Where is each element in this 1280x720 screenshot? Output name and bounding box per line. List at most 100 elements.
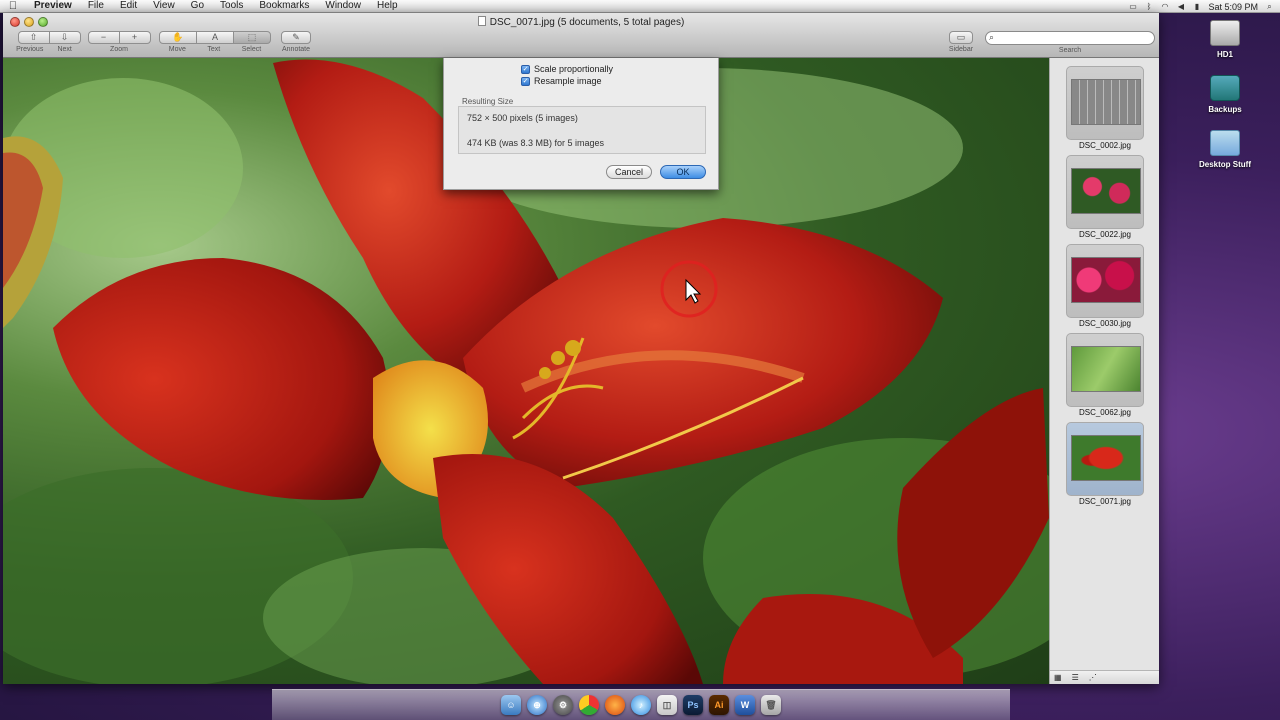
move-tool-button[interactable]: ✋ — [159, 31, 197, 44]
next-button[interactable]: ⇩ — [48, 31, 81, 44]
search-label: Search — [1058, 47, 1082, 54]
scale-proportionally-checkbox[interactable]: ✓ — [521, 64, 530, 74]
annotate-group: ✎ Annotate — [279, 31, 313, 59]
prev-next-group: ⇧ ⇩ Previous Next — [9, 31, 89, 59]
ok-button[interactable]: OK — [660, 165, 706, 179]
trash-icon[interactable]: 🗑 — [761, 695, 781, 715]
menu-bookmarks[interactable]: Bookmarks — [251, 0, 317, 12]
scale-proportionally-row[interactable]: ✓ Scale proportionally — [521, 64, 613, 74]
previous-label: Previous — [16, 46, 44, 53]
dock: ☺ ⊕ ⚙ ♪ ◫ Ps Ai W 🗑 — [272, 689, 1010, 720]
apple-menu-icon[interactable]:  — [0, 0, 26, 12]
resulting-size-box: 752 × 500 pixels (5 images) 474 KB (was … — [458, 106, 706, 154]
system-prefs-icon[interactable]: ⚙ — [553, 695, 573, 715]
firefox-icon[interactable] — [605, 695, 625, 715]
preview-icon[interactable]: ◫ — [657, 695, 677, 715]
finder-icon[interactable]: ☺ — [501, 695, 521, 715]
battery-icon[interactable]: ▮ — [1192, 2, 1201, 11]
volume-icon[interactable]: ◀ — [1176, 2, 1185, 11]
bluetooth-icon[interactable]: ᛒ — [1144, 2, 1153, 11]
menu-preview[interactable]: Preview — [26, 0, 80, 12]
zoom-group: − + Zoom — [87, 31, 151, 59]
thumbnail-item[interactable]: DSC_0071.jpg — [1066, 422, 1144, 506]
select-tool-button[interactable]: ⬚ — [233, 31, 271, 44]
select-label: Select — [241, 46, 262, 53]
desktop-item-label: HD1 — [1216, 50, 1233, 59]
menu-bar:  Preview File Edit View Go Tools Bookma… — [0, 0, 1280, 13]
window-titlebar[interactable]: DSC_0071.jpg (5 documents, 5 total pages… — [3, 13, 1159, 58]
scale-proportionally-label: Scale proportionally — [534, 64, 614, 74]
window-title: DSC_0071.jpg (5 documents, 5 total pages… — [3, 16, 1159, 28]
menu-file[interactable]: File — [80, 0, 112, 12]
menu-clock[interactable]: Sat 5:09 PM — [1208, 2, 1258, 12]
document-proxy-icon[interactable] — [477, 16, 486, 26]
thumbnail-name: DSC_0022.jpg — [1078, 230, 1132, 239]
red-lily-thumbnail — [1071, 435, 1141, 481]
search-icon: ⌕ — [989, 32, 995, 42]
spotlight-icon[interactable]: ⌕ — [1265, 2, 1274, 11]
thumbnail-view-icon[interactable]: ▦ — [1054, 673, 1062, 682]
menu-extras: ▭ ᛒ ◠ ◀ ▮ Sat 5:09 PM ⌕ — [1128, 0, 1274, 13]
itunes-icon[interactable]: ♪ — [631, 695, 651, 715]
illustrator-icon[interactable]: Ai — [709, 695, 729, 715]
menu-edit[interactable]: Edit — [112, 0, 145, 12]
thumbnail-name: DSC_0030.jpg — [1078, 319, 1132, 328]
resample-image-row[interactable]: ✓ Resample image — [521, 76, 602, 86]
folder-icon — [1210, 130, 1240, 156]
menu-window[interactable]: Window — [317, 0, 369, 12]
desktop-item-desktop-stuff[interactable]: Desktop Stuff — [1190, 130, 1260, 169]
hard-drive-icon — [1210, 20, 1240, 46]
thumbnail-item[interactable]: DSC_0002.jpg — [1066, 66, 1144, 150]
safari-icon[interactable]: ⊕ — [527, 695, 547, 715]
screen-icon[interactable]: ▭ — [1128, 2, 1137, 11]
thumbnail-item[interactable]: DSC_0030.jpg — [1066, 244, 1144, 328]
sidebar-view-controls: ▦ ☰ ⋰ — [1050, 670, 1159, 684]
sidebar-toggle-button[interactable]: ▭ — [949, 31, 973, 44]
keyboard-thumbnail — [1071, 79, 1141, 125]
zoom-label: Zoom — [110, 46, 128, 53]
thumbnail-item[interactable]: DSC_0022.jpg — [1066, 155, 1144, 239]
sidebar-group: ▭ Sidebar — [947, 31, 975, 59]
resulting-size-label: Resulting Size — [462, 97, 514, 106]
text-tool-button[interactable]: A — [196, 31, 234, 44]
desktop-item-hd1[interactable]: HD1 — [1190, 20, 1260, 59]
annotate-button[interactable]: ✎ — [281, 31, 311, 44]
photoshop-icon[interactable]: Ps — [683, 695, 703, 715]
time-machine-icon — [1210, 75, 1240, 101]
resize-handle-icon[interactable]: ⋰ — [1089, 673, 1097, 682]
menu-help[interactable]: Help — [369, 0, 406, 12]
menu-view[interactable]: View — [145, 0, 183, 12]
pink-flowers-thumbnail — [1071, 168, 1141, 214]
cancel-button[interactable]: Cancel — [606, 165, 652, 179]
thumbnail-name: DSC_0071.jpg — [1078, 497, 1132, 506]
zoom-in-button[interactable]: + — [118, 31, 151, 44]
thumbnail-sidebar[interactable]: DSC_0002.jpg DSC_0022.jpg DSC_0030.jpg D… — [1049, 58, 1159, 684]
word-icon[interactable]: W — [735, 695, 755, 715]
chrome-icon[interactable] — [579, 695, 599, 715]
desktop-item-label: Backups — [1208, 105, 1242, 114]
wifi-icon[interactable]: ◠ — [1160, 2, 1169, 11]
sidebar-label: Sidebar — [948, 46, 974, 53]
search-input[interactable] — [985, 31, 1155, 45]
previous-button[interactable]: ⇧ — [17, 31, 50, 44]
thumbnail-name: DSC_0062.jpg — [1078, 408, 1132, 417]
list-view-icon[interactable]: ☰ — [1072, 673, 1079, 682]
menu-tools[interactable]: Tools — [212, 0, 251, 12]
tools-group: ✋ A ⬚ Move Text Select — [158, 31, 272, 59]
red-pink-flowers-thumbnail — [1071, 257, 1141, 303]
resulting-file-size: 474 KB (was 8.3 MB) for 5 images — [467, 138, 605, 148]
thumbnail-item[interactable]: DSC_0062.jpg — [1066, 333, 1144, 417]
zoom-out-button[interactable]: − — [87, 31, 120, 44]
next-label: Next — [57, 46, 72, 53]
menu-go[interactable]: Go — [183, 0, 212, 12]
resulting-pixels: 752 × 500 pixels (5 images) — [467, 113, 578, 123]
search-group: ⌕ Search — [985, 31, 1155, 54]
text-label: Text — [207, 46, 221, 53]
window-title-text: DSC_0071.jpg (5 documents, 5 total pages… — [489, 17, 685, 28]
thumbnail-name: DSC_0002.jpg — [1078, 141, 1132, 150]
resample-image-label: Resample image — [534, 76, 602, 86]
resample-image-checkbox[interactable]: ✓ — [521, 76, 530, 86]
desktop-item-backups[interactable]: Backups — [1190, 75, 1260, 114]
preview-window: DSC_0071.jpg (5 documents, 5 total pages… — [3, 13, 1159, 684]
desktop-item-label: Desktop Stuff — [1199, 160, 1251, 169]
